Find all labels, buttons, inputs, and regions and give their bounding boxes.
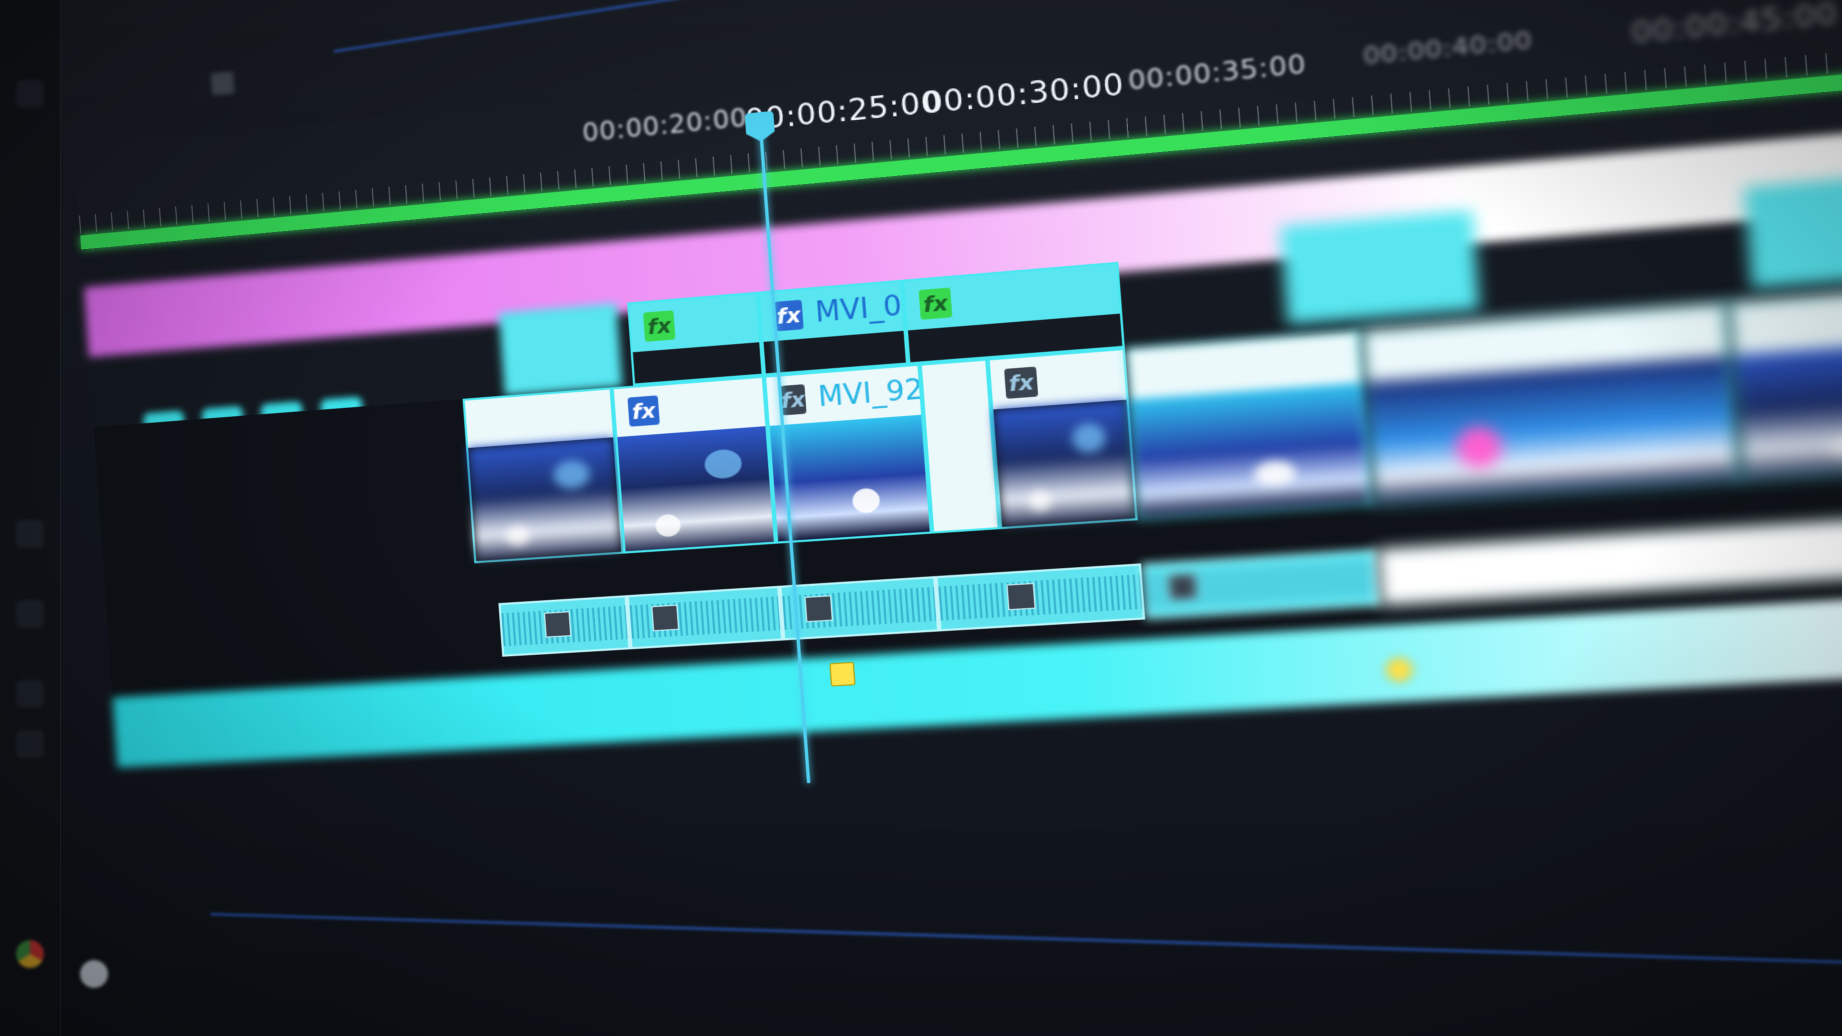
clip-name: MVI_0	[814, 290, 903, 330]
fx-badge-icon: fx	[773, 299, 804, 332]
clip[interactable]	[498, 303, 623, 396]
menu-icon[interactable]	[210, 71, 235, 96]
clip-header: fx MVI_0	[760, 282, 904, 342]
ruler-tick-label: 00:00:40:00	[1362, 27, 1534, 71]
clip[interactable]	[1280, 210, 1480, 325]
clip[interactable]: fx	[987, 347, 1138, 530]
fx-badge-icon: fx	[627, 395, 660, 427]
clip[interactable]: fx	[902, 261, 1125, 365]
tool-icon[interactable]	[16, 680, 44, 708]
clip[interactable]: fx	[627, 291, 764, 386]
keyframe-marker[interactable]	[829, 661, 856, 687]
browser-icon[interactable]	[16, 940, 44, 968]
clip-thumbnail	[1366, 355, 1739, 503]
video-editor-screen: 00:00:20:00 00:00:25:00 00:00:30:00 00:0…	[0, 0, 1842, 1036]
clip[interactable]	[919, 358, 1001, 534]
clip-thumbnail	[617, 426, 774, 552]
timeline-panel: 00:00:20:00 00:00:25:00 00:00:30:00 00:0…	[24, 0, 1842, 1036]
clip-thumbnail	[993, 399, 1136, 527]
fx-badge-icon: fx	[643, 310, 676, 342]
fx-badge-icon	[804, 595, 833, 623]
audio-clip[interactable]	[935, 563, 1146, 632]
clip[interactable]	[1124, 329, 1374, 521]
audio-clip[interactable]	[498, 595, 631, 657]
clip-name: MVI_92	[817, 374, 922, 414]
clip-thumbnail	[468, 437, 622, 562]
tool-icon[interactable]	[16, 600, 44, 628]
clip-header: fx	[629, 293, 760, 353]
clip-thumbnail	[769, 414, 930, 542]
fx-badge-icon	[651, 604, 680, 632]
ruler-tick-label: 00:00:30:00	[921, 66, 1126, 121]
clip[interactable]	[1360, 301, 1742, 505]
audio-waveform	[938, 574, 1143, 621]
clip[interactable]: fx	[611, 375, 777, 554]
fx-badge-icon: fx	[1004, 366, 1039, 399]
clip[interactable]	[462, 387, 624, 564]
folder-icon[interactable]	[16, 730, 44, 758]
audio-clip[interactable]	[779, 576, 940, 641]
clip[interactable]	[1727, 269, 1842, 482]
tool-icon[interactable]	[16, 520, 44, 548]
fx-badge-icon	[543, 611, 572, 638]
clip-thumbnail	[1131, 382, 1371, 518]
fx-badge-icon	[1006, 582, 1036, 611]
fx-badge-icon: fx	[918, 287, 953, 320]
fx-badge-icon: fx	[780, 384, 807, 416]
clip-mvi0[interactable]: fx MVI_0	[757, 279, 909, 376]
audio-clip[interactable]	[626, 585, 784, 650]
ruler-tick-label: 00:00:20:00	[581, 102, 749, 148]
panel-border-line	[210, 912, 1842, 967]
fx-badge-icon	[1167, 573, 1198, 601]
ruler-tick-label: 00:00:35:00	[1126, 49, 1308, 97]
ruler-tick-label: 00:00:45:00	[1630, 0, 1839, 52]
